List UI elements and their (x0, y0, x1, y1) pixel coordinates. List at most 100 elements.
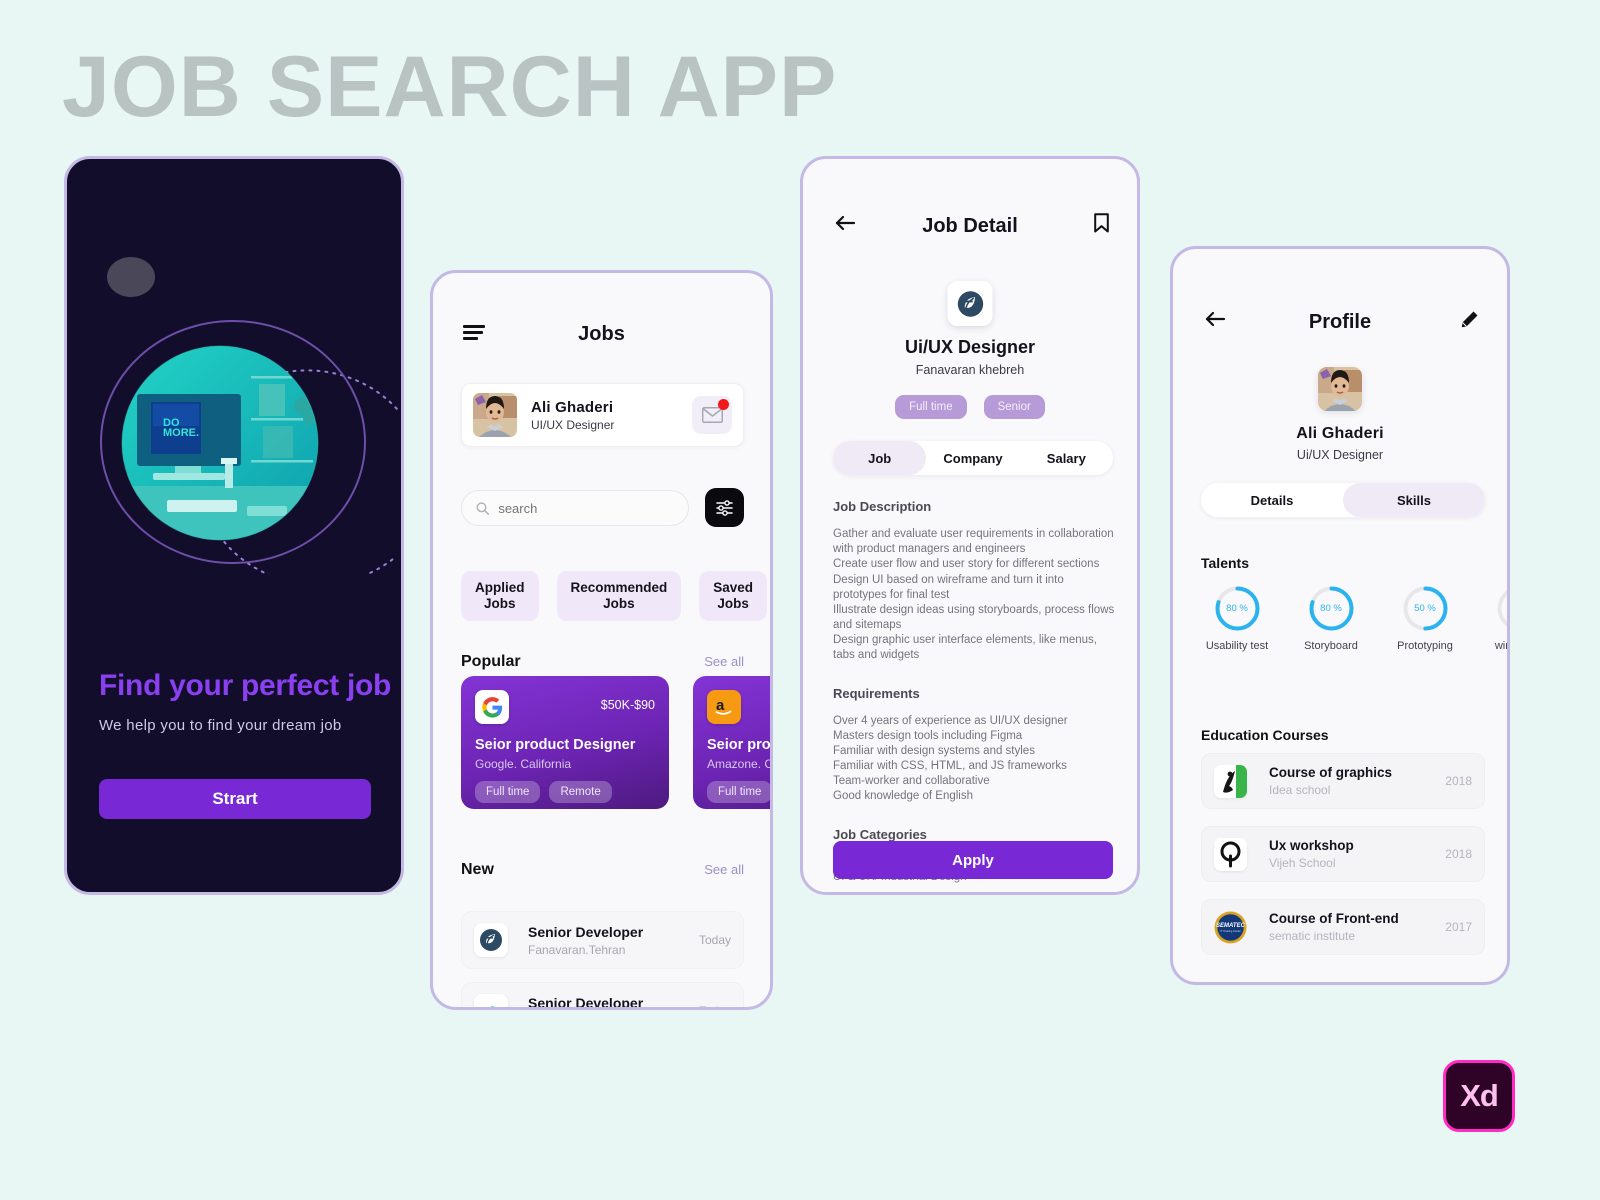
see-all-popular[interactable]: See all (704, 654, 744, 669)
talent-name: Storyboard (1304, 640, 1358, 652)
course-info: Course of graphics Idea school (1269, 765, 1445, 797)
tab-salary[interactable]: Salary (1020, 441, 1113, 475)
progress-ring: 50 % (1496, 585, 1508, 632)
search-field[interactable] (461, 490, 689, 526)
job-card[interactable]: a Seior product Designer Amazone. Califo… (693, 676, 771, 809)
idea-school-icon (1214, 764, 1247, 798)
talent-percent: 50 % (1496, 585, 1508, 632)
apply-button[interactable]: Apply (833, 841, 1113, 879)
job-role: Seior product Designer (475, 737, 636, 753)
progress-ring: 80 % (1308, 585, 1355, 632)
vijeh-icon (1214, 837, 1247, 871)
talent-name: Prototyping (1397, 640, 1453, 652)
profile-tabs: Details Skills (1201, 483, 1485, 517)
tab-details[interactable]: Details (1201, 483, 1343, 517)
pencil-icon[interactable] (1460, 310, 1479, 334)
talent-name: Usability test (1205, 640, 1269, 652)
progress-ring: 50 % (1402, 585, 1449, 632)
phone-screen-profile: Profile Ali Ghaderi Ui/UX Designer Detai… (1170, 246, 1510, 985)
search-icon (476, 501, 490, 515)
course-item[interactable]: Course of graphics Idea school 2018 (1201, 753, 1485, 809)
avatar (1318, 367, 1362, 411)
course-info: Ux workshop Vijeh School (1269, 838, 1445, 870)
talent-item: 80 % Usability test (1201, 585, 1273, 652)
popular-cards: $50K-$90 Seior product Designer Google. … (461, 676, 771, 809)
course-name: Course of graphics (1269, 765, 1393, 780)
chip-recommended-jobs[interactable]: Recommended Jobs (556, 571, 682, 621)
new-jobs-list: Senior Developer Fanavaran.Tehran Today … (461, 911, 744, 1010)
course-info: Course of Front-end sematic institute (1269, 911, 1445, 943)
job-posted-when: Today (698, 933, 731, 947)
tab-job[interactable]: Job (833, 441, 927, 475)
course-year: 2017 (1445, 920, 1472, 934)
job-role: Senior Developer (528, 994, 644, 1010)
phone-screen-job-detail: Job Detail Ui/UX Designer Fanavaran kheb… (800, 156, 1140, 895)
filter-chips: Applied Jobs Recommended Jobs Saved Jobs (461, 571, 768, 621)
chip-saved-jobs[interactable]: Saved Jobs (699, 571, 768, 621)
job-tag: Full time (475, 781, 541, 803)
talent-item: 50 % wireframe (1483, 585, 1508, 652)
svg-text:MORE.: MORE. (163, 427, 199, 439)
onboarding-illustration: DO MORE. (75, 314, 401, 574)
hamburger-icon[interactable] (463, 325, 485, 340)
user-role: UI/UX Designer (531, 417, 615, 432)
course-item[interactable]: Ux workshop Vijeh School 2018 (1201, 826, 1485, 882)
user-card[interactable]: Ali Ghaderi UI/UX Designer (461, 383, 744, 447)
avatar (473, 393, 517, 437)
job-role: Senior Developer (528, 923, 644, 940)
onboarding-heading: Find your perfect job (99, 669, 392, 702)
section-heading: Job Description (833, 499, 932, 514)
job-card[interactable]: $50K-$90 Seior product Designer Google. … (461, 676, 669, 809)
job-list-item[interactable]: Senior Developer Fanavaran.Tehran Today (461, 911, 744, 969)
amazon-icon: a (707, 690, 741, 724)
jobs-header: Jobs (433, 323, 770, 346)
bookmark-icon[interactable] (1094, 213, 1109, 238)
svg-text:IT Training Center: IT Training Center (1220, 929, 1241, 933)
job-role: Seior product Designer (707, 737, 771, 753)
course-year: 2018 (1445, 847, 1472, 861)
tab-company[interactable]: Company (926, 441, 1019, 475)
job-detail-body: Job Description Gather and evaluate user… (833, 499, 1118, 885)
talent-percent: 80 % (1226, 603, 1248, 614)
job-tag: Remote (549, 781, 612, 803)
job-info: Senior Developer Google. California (528, 994, 699, 1010)
arrow-left-icon[interactable] (1204, 311, 1226, 332)
job-company: Google. California (475, 757, 572, 771)
section-title-popular: Popular (461, 653, 521, 670)
course-school: Idea school (1269, 783, 1331, 797)
start-button[interactable]: Strart (99, 779, 371, 819)
job-info: Senior Developer Fanavaran.Tehran (528, 924, 699, 957)
envelope-icon[interactable] (692, 396, 732, 434)
talents-label: Talents (1201, 555, 1249, 571)
section-heading: Requirements (833, 685, 920, 701)
section-title-new: New (461, 861, 494, 878)
profile-header: Profile (1173, 311, 1507, 337)
section-body: Gather and evaluate user requirements in… (833, 528, 1115, 662)
user-info: Ali Ghaderi UI/UX Designer (531, 399, 692, 432)
talent-percent: 50 % (1414, 603, 1436, 614)
chip-applied-jobs[interactable]: Applied Jobs (461, 571, 539, 621)
job-tags: Full time (707, 781, 770, 803)
job-detail-header: Job Detail (803, 213, 1137, 241)
job-company: Fanavaran khebreh (915, 363, 1025, 377)
course-item[interactable]: SEMATEC IT Training Center Course of Fro… (1201, 899, 1485, 955)
job-pills: Full time Senior (803, 395, 1137, 419)
section-heading: Job Categories (833, 826, 927, 842)
job-role: Ui/UX Designer (904, 337, 1036, 357)
sliders-icon[interactable] (705, 488, 744, 527)
talent-item: 50 % Prototyping (1389, 585, 1461, 652)
phone-screen-jobs: Jobs Ali Ghaderi UI/UX Designer search A… (430, 270, 773, 1010)
see-all-new[interactable]: See all (704, 862, 744, 877)
job-company: Fanavaran.Tehran (528, 942, 626, 957)
mockup-canvas: JOB SEARCH APP DO MORE. Find your perfec… (0, 0, 1600, 1200)
pill-senior[interactable]: Senior (983, 395, 1045, 419)
course-year: 2018 (1445, 774, 1472, 788)
tab-skills[interactable]: Skills (1343, 483, 1485, 517)
arrow-left-icon[interactable] (834, 215, 856, 236)
talents-list: 80 % Usability test 80 % Storyboard 50 %… (1201, 585, 1508, 652)
search-input[interactable] (498, 500, 674, 516)
pill-full-time[interactable]: Full time (895, 395, 967, 419)
job-detail-tabs: Job Company Salary (833, 441, 1113, 475)
job-list-item[interactable]: Senior Developer Google. California Toda… (461, 982, 744, 1010)
job-tag: Full time (707, 781, 770, 803)
